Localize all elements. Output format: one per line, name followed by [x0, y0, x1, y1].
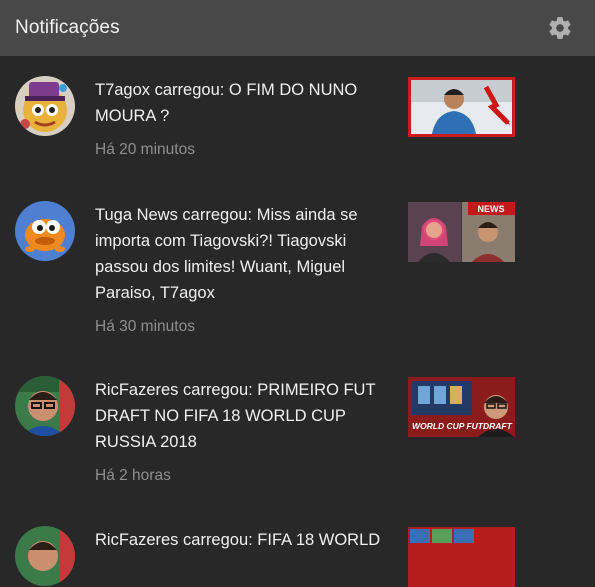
notification-item[interactable]: Tuga News carregou: Miss ainda se import… — [0, 181, 595, 356]
notification-text: RicFazeres carregou: PRIMEIRO FUT DRAFT … — [95, 377, 385, 485]
header-title: Notificações — [15, 17, 120, 38]
video-thumbnail[interactable]: NEWS — [408, 202, 515, 262]
avatar — [15, 376, 75, 436]
notification-time: Há 30 minutos — [95, 318, 195, 335]
notification-text: T7agox carregou: O FIM DO NUNO MOURA ? H… — [95, 77, 385, 159]
notification-item[interactable]: RicFazeres carregou: FIFA 18 WORLD — [0, 506, 595, 587]
notification-item[interactable]: RicFazeres carregou: PRIMEIRO FUT DRAFT … — [0, 356, 595, 506]
avatar — [15, 526, 75, 586]
notification-message: T7agox carregou: O FIM DO NUNO MOURA ? — [95, 81, 358, 125]
video-thumbnail[interactable] — [408, 77, 515, 137]
video-thumbnail[interactable] — [408, 527, 515, 587]
avatar — [15, 201, 75, 261]
gear-icon[interactable] — [547, 15, 573, 41]
notification-time: Há 2 horas — [95, 467, 171, 484]
notification-text: Tuga News carregou: Miss ainda se import… — [95, 202, 385, 336]
notification-message: RicFazeres carregou: FIFA 18 WORLD — [95, 531, 381, 549]
notification-message: RicFazeres carregou: PRIMEIRO FUT DRAFT … — [95, 381, 376, 451]
thumb-news-label: NEWS — [478, 204, 505, 214]
notification-item[interactable]: T7agox carregou: O FIM DO NUNO MOURA ? H… — [0, 56, 595, 181]
notification-message: Tuga News carregou: Miss ainda se import… — [95, 206, 358, 302]
video-thumbnail[interactable]: WORLD CUP FUTDRAFT — [408, 377, 515, 437]
thumb-title-label: WORLD CUP FUTDRAFT — [412, 421, 513, 431]
notifications-header: Notificações — [0, 0, 595, 56]
notification-text: RicFazeres carregou: FIFA 18 WORLD — [95, 527, 385, 553]
notification-time: Há 20 minutos — [95, 141, 195, 158]
avatar — [15, 76, 75, 136]
